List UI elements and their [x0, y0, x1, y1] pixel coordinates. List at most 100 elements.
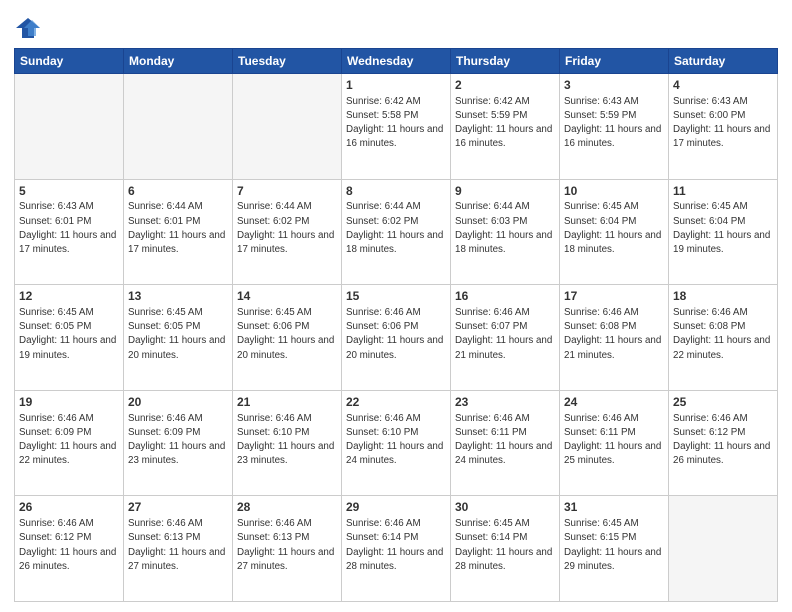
calendar-cell: 18Sunrise: 6:46 AM Sunset: 6:08 PM Dayli… [669, 285, 778, 391]
day-number: 22 [346, 394, 446, 411]
day-number: 2 [455, 77, 555, 94]
calendar-cell: 7Sunrise: 6:44 AM Sunset: 6:02 PM Daylig… [233, 179, 342, 285]
calendar-cell: 5Sunrise: 6:43 AM Sunset: 6:01 PM Daylig… [15, 179, 124, 285]
day-info: Sunrise: 6:44 AM Sunset: 6:02 PM Dayligh… [237, 200, 337, 257]
day-info: Sunrise: 6:46 AM Sunset: 6:09 PM Dayligh… [19, 412, 119, 469]
day-info: Sunrise: 6:43 AM Sunset: 5:59 PM Dayligh… [564, 95, 664, 152]
day-info: Sunrise: 6:46 AM Sunset: 6:09 PM Dayligh… [128, 412, 228, 469]
day-number: 6 [128, 183, 228, 200]
calendar-cell: 2Sunrise: 6:42 AM Sunset: 5:59 PM Daylig… [451, 74, 560, 180]
calendar-cell [15, 74, 124, 180]
day-info: Sunrise: 6:46 AM Sunset: 6:07 PM Dayligh… [455, 306, 555, 363]
weekday-header-saturday: Saturday [669, 49, 778, 74]
day-number: 8 [346, 183, 446, 200]
weekday-header-thursday: Thursday [451, 49, 560, 74]
calendar-cell: 27Sunrise: 6:46 AM Sunset: 6:13 PM Dayli… [124, 496, 233, 602]
day-info: Sunrise: 6:46 AM Sunset: 6:10 PM Dayligh… [237, 412, 337, 469]
day-info: Sunrise: 6:45 AM Sunset: 6:14 PM Dayligh… [455, 517, 555, 574]
calendar-cell: 13Sunrise: 6:45 AM Sunset: 6:05 PM Dayli… [124, 285, 233, 391]
calendar-week-2: 12Sunrise: 6:45 AM Sunset: 6:05 PM Dayli… [15, 285, 778, 391]
day-info: Sunrise: 6:46 AM Sunset: 6:11 PM Dayligh… [455, 412, 555, 469]
day-number: 27 [128, 499, 228, 516]
calendar-week-4: 26Sunrise: 6:46 AM Sunset: 6:12 PM Dayli… [15, 496, 778, 602]
day-info: Sunrise: 6:46 AM Sunset: 6:13 PM Dayligh… [128, 517, 228, 574]
day-number: 30 [455, 499, 555, 516]
day-number: 11 [673, 183, 773, 200]
day-number: 14 [237, 288, 337, 305]
calendar-cell: 28Sunrise: 6:46 AM Sunset: 6:13 PM Dayli… [233, 496, 342, 602]
calendar-cell: 20Sunrise: 6:46 AM Sunset: 6:09 PM Dayli… [124, 390, 233, 496]
day-number: 31 [564, 499, 664, 516]
day-info: Sunrise: 6:46 AM Sunset: 6:12 PM Dayligh… [673, 412, 773, 469]
day-number: 16 [455, 288, 555, 305]
calendar-cell: 30Sunrise: 6:45 AM Sunset: 6:14 PM Dayli… [451, 496, 560, 602]
day-info: Sunrise: 6:46 AM Sunset: 6:14 PM Dayligh… [346, 517, 446, 574]
calendar-table: SundayMondayTuesdayWednesdayThursdayFrid… [14, 48, 778, 602]
calendar-cell: 11Sunrise: 6:45 AM Sunset: 6:04 PM Dayli… [669, 179, 778, 285]
day-number: 7 [237, 183, 337, 200]
weekday-header-tuesday: Tuesday [233, 49, 342, 74]
day-info: Sunrise: 6:45 AM Sunset: 6:04 PM Dayligh… [673, 200, 773, 257]
calendar-week-1: 5Sunrise: 6:43 AM Sunset: 6:01 PM Daylig… [15, 179, 778, 285]
day-info: Sunrise: 6:44 AM Sunset: 6:03 PM Dayligh… [455, 200, 555, 257]
day-number: 20 [128, 394, 228, 411]
day-info: Sunrise: 6:43 AM Sunset: 6:00 PM Dayligh… [673, 95, 773, 152]
calendar-cell: 22Sunrise: 6:46 AM Sunset: 6:10 PM Dayli… [342, 390, 451, 496]
day-number: 29 [346, 499, 446, 516]
calendar-cell: 26Sunrise: 6:46 AM Sunset: 6:12 PM Dayli… [15, 496, 124, 602]
calendar-cell: 12Sunrise: 6:45 AM Sunset: 6:05 PM Dayli… [15, 285, 124, 391]
day-info: Sunrise: 6:45 AM Sunset: 6:05 PM Dayligh… [19, 306, 119, 363]
calendar-cell: 31Sunrise: 6:45 AM Sunset: 6:15 PM Dayli… [560, 496, 669, 602]
day-number: 19 [19, 394, 119, 411]
day-info: Sunrise: 6:44 AM Sunset: 6:02 PM Dayligh… [346, 200, 446, 257]
day-info: Sunrise: 6:45 AM Sunset: 6:06 PM Dayligh… [237, 306, 337, 363]
calendar-cell: 25Sunrise: 6:46 AM Sunset: 6:12 PM Dayli… [669, 390, 778, 496]
day-info: Sunrise: 6:46 AM Sunset: 6:08 PM Dayligh… [564, 306, 664, 363]
day-number: 24 [564, 394, 664, 411]
day-info: Sunrise: 6:43 AM Sunset: 6:01 PM Dayligh… [19, 200, 119, 257]
day-number: 23 [455, 394, 555, 411]
calendar-cell: 17Sunrise: 6:46 AM Sunset: 6:08 PM Dayli… [560, 285, 669, 391]
day-info: Sunrise: 6:46 AM Sunset: 6:06 PM Dayligh… [346, 306, 446, 363]
day-info: Sunrise: 6:45 AM Sunset: 6:04 PM Dayligh… [564, 200, 664, 257]
day-number: 26 [19, 499, 119, 516]
calendar-cell: 21Sunrise: 6:46 AM Sunset: 6:10 PM Dayli… [233, 390, 342, 496]
calendar-cell: 8Sunrise: 6:44 AM Sunset: 6:02 PM Daylig… [342, 179, 451, 285]
logo-icon [14, 14, 42, 42]
calendar-cell: 1Sunrise: 6:42 AM Sunset: 5:58 PM Daylig… [342, 74, 451, 180]
day-info: Sunrise: 6:46 AM Sunset: 6:10 PM Dayligh… [346, 412, 446, 469]
day-info: Sunrise: 6:46 AM Sunset: 6:12 PM Dayligh… [19, 517, 119, 574]
calendar-cell [124, 74, 233, 180]
day-number: 15 [346, 288, 446, 305]
calendar-cell: 29Sunrise: 6:46 AM Sunset: 6:14 PM Dayli… [342, 496, 451, 602]
calendar-cell: 4Sunrise: 6:43 AM Sunset: 6:00 PM Daylig… [669, 74, 778, 180]
day-number: 17 [564, 288, 664, 305]
calendar-cell [233, 74, 342, 180]
calendar-cell: 9Sunrise: 6:44 AM Sunset: 6:03 PM Daylig… [451, 179, 560, 285]
calendar-week-0: 1Sunrise: 6:42 AM Sunset: 5:58 PM Daylig… [15, 74, 778, 180]
day-number: 4 [673, 77, 773, 94]
day-number: 13 [128, 288, 228, 305]
day-number: 10 [564, 183, 664, 200]
calendar-cell: 14Sunrise: 6:45 AM Sunset: 6:06 PM Dayli… [233, 285, 342, 391]
day-info: Sunrise: 6:45 AM Sunset: 6:15 PM Dayligh… [564, 517, 664, 574]
day-number: 1 [346, 77, 446, 94]
day-info: Sunrise: 6:46 AM Sunset: 6:08 PM Dayligh… [673, 306, 773, 363]
day-number: 12 [19, 288, 119, 305]
day-number: 9 [455, 183, 555, 200]
calendar-cell [669, 496, 778, 602]
day-number: 21 [237, 394, 337, 411]
calendar-cell: 16Sunrise: 6:46 AM Sunset: 6:07 PM Dayli… [451, 285, 560, 391]
page: SundayMondayTuesdayWednesdayThursdayFrid… [0, 0, 792, 612]
calendar-week-3: 19Sunrise: 6:46 AM Sunset: 6:09 PM Dayli… [15, 390, 778, 496]
day-number: 5 [19, 183, 119, 200]
calendar-header-row: SundayMondayTuesdayWednesdayThursdayFrid… [15, 49, 778, 74]
day-number: 28 [237, 499, 337, 516]
header [14, 10, 778, 42]
logo [14, 14, 45, 42]
day-info: Sunrise: 6:46 AM Sunset: 6:11 PM Dayligh… [564, 412, 664, 469]
day-number: 3 [564, 77, 664, 94]
calendar-cell: 19Sunrise: 6:46 AM Sunset: 6:09 PM Dayli… [15, 390, 124, 496]
weekday-header-friday: Friday [560, 49, 669, 74]
calendar-cell: 3Sunrise: 6:43 AM Sunset: 5:59 PM Daylig… [560, 74, 669, 180]
